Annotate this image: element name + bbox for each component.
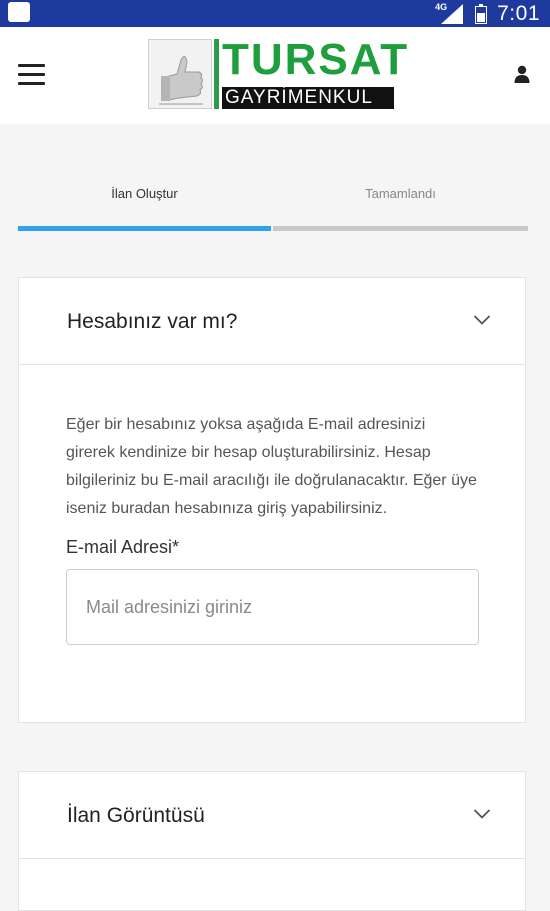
battery-icon <box>475 3 488 24</box>
chevron-down-icon[interactable] <box>473 808 491 820</box>
network-type: 4G <box>435 1 448 12</box>
logo-subtitle: GAYRİMENKUL <box>222 87 394 109</box>
status-bar: 4G 7:01 <box>0 0 550 27</box>
email-input[interactable] <box>66 569 479 645</box>
step-completed[interactable]: Tamamlandı <box>273 186 528 201</box>
listing-image-card-title: İlan Görüntüsü <box>67 804 205 827</box>
logo-name: TURSAT <box>222 35 410 84</box>
user-icon[interactable] <box>514 65 530 83</box>
cell-signal-icon: 4G <box>435 1 465 25</box>
hamburger-menu-icon[interactable] <box>18 64 45 86</box>
chevron-down-icon[interactable] <box>473 314 491 326</box>
listing-image-card-header[interactable]: İlan Görüntüsü <box>19 772 525 859</box>
thumbs-up-photo <box>148 39 212 109</box>
listing-image-card: İlan Görüntüsü <box>18 771 526 911</box>
account-description: Eğer bir hesabınız yoksa aşağıda E-mail … <box>66 416 477 517</box>
clock: 7:01 <box>497 1 540 25</box>
email-label: E-mail Adresi* <box>66 537 180 557</box>
account-card-body: Eğer bir hesabınız yoksa aşağıda E-mail … <box>19 411 525 645</box>
account-card-title: Hesabınız var mı? <box>67 310 238 333</box>
app-header: TURSAT GAYRİMENKUL <box>0 27 550 124</box>
brand-logo[interactable]: TURSAT GAYRİMENKUL <box>148 37 407 111</box>
step-bar-active <box>18 226 271 231</box>
account-card-header[interactable]: Hesabınız var mı? <box>19 278 525 365</box>
notification-app-icon <box>8 2 30 22</box>
account-card: Hesabınız var mı? Eğer bir hesabınız yok… <box>18 277 526 723</box>
logo-divider <box>214 39 219 109</box>
progress-steps: İlan Oluştur Tamamlandı <box>18 180 528 234</box>
step-create-listing[interactable]: İlan Oluştur <box>18 186 271 201</box>
step-bar-inactive <box>273 226 528 231</box>
